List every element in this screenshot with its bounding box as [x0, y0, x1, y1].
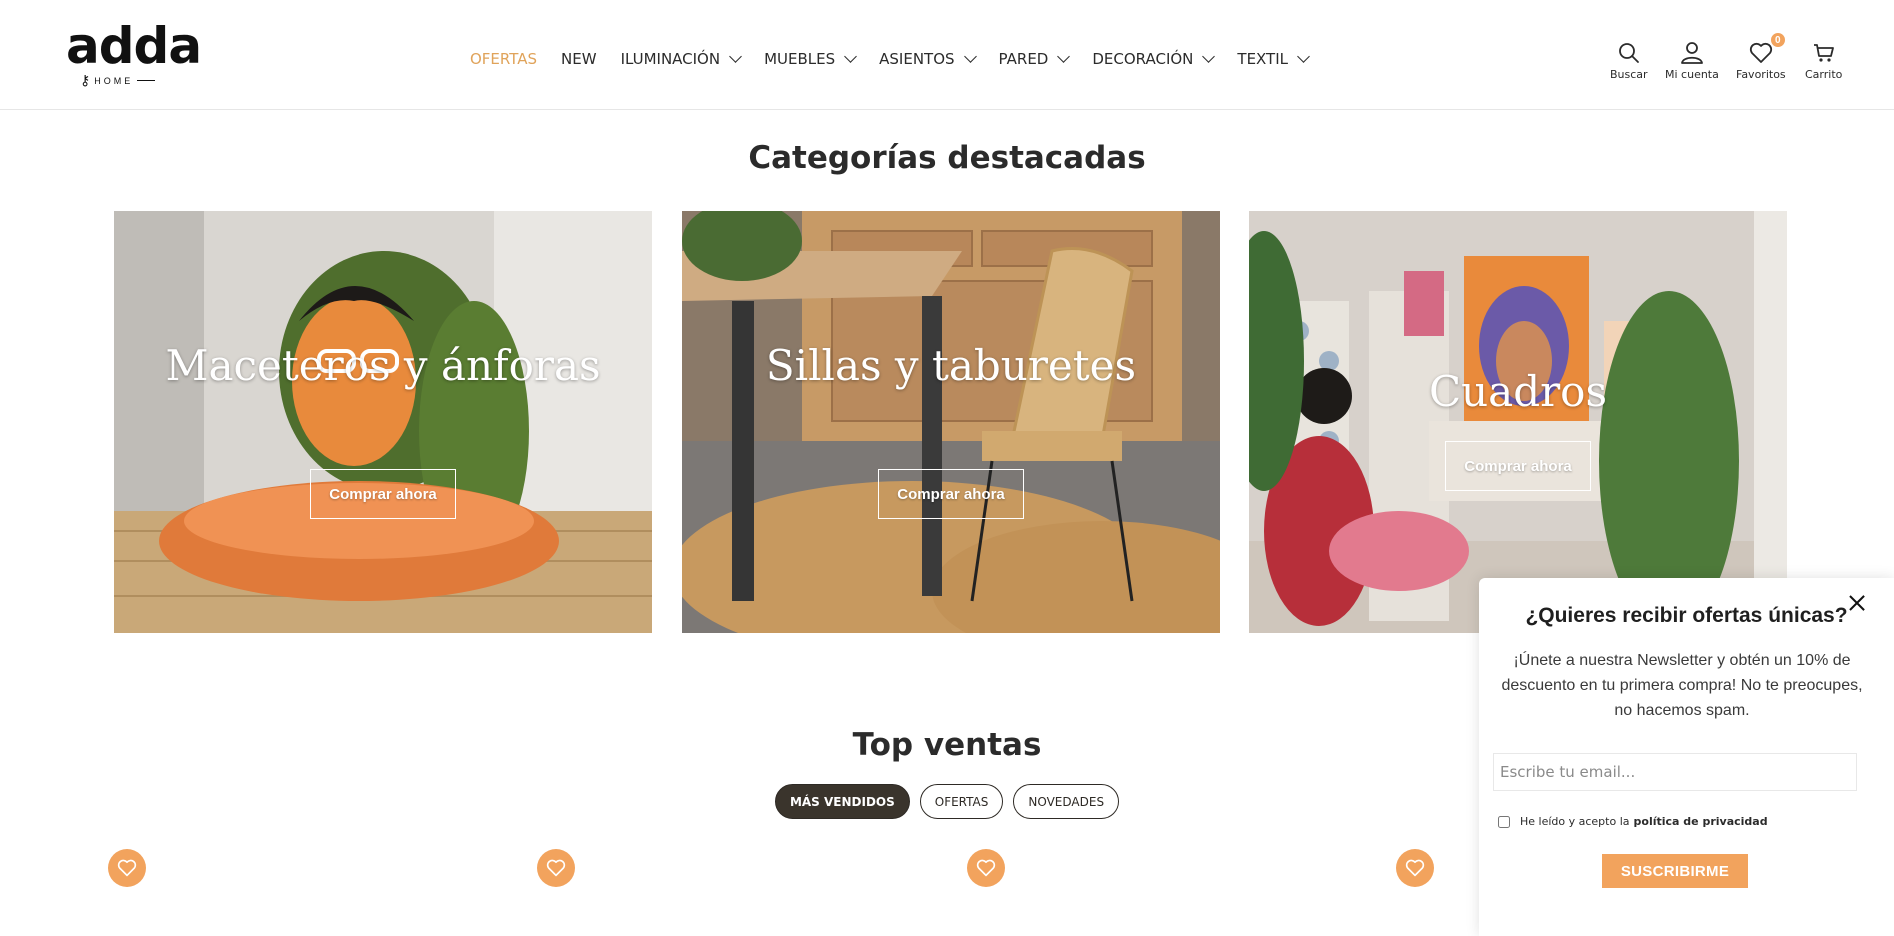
nav-item-muebles[interactable]: MUEBLES [764, 49, 858, 68]
search-button[interactable]: Buscar [1610, 40, 1648, 81]
nav-item-label: PARED [998, 50, 1049, 68]
nav-item-asientos[interactable]: ASIENTOS [879, 49, 977, 68]
nav-item-textil[interactable]: TEXTIL [1237, 49, 1310, 68]
search-label: Buscar [1610, 68, 1648, 81]
chevron-down-icon [844, 49, 858, 63]
subscribe-button[interactable]: SUSCRIBIRME [1602, 854, 1748, 888]
key-icon: ⚷ [80, 72, 91, 88]
category-image-planters [114, 211, 652, 633]
brand-sub: HOME [94, 75, 134, 86]
favorites-button[interactable]: 0 Favoritos [1736, 31, 1787, 81]
nav-item-label: NEW [561, 50, 597, 68]
nav-item-label: TEXTIL [1237, 50, 1289, 68]
user-icon [1680, 40, 1704, 66]
nav-item-ofertas[interactable]: OFERTAS [470, 50, 537, 68]
search-icon [1618, 40, 1640, 66]
logo-line [137, 80, 156, 81]
chevron-down-icon [729, 49, 742, 63]
cart-icon [1813, 40, 1835, 66]
category-image-chairs [682, 211, 1220, 633]
nav-item-label: ILUMINACIÓN [620, 50, 721, 68]
nav-item-label: DECORACIÓN [1092, 50, 1194, 68]
nav-item-new[interactable]: NEW [561, 50, 597, 68]
favorites-badge: 0 [1768, 31, 1787, 49]
heart-icon [117, 859, 137, 877]
heart-icon [546, 859, 566, 877]
heart-icon: 0 [1749, 31, 1787, 66]
nav-item-label: MUEBLES [764, 50, 836, 68]
tab-mas-vendidos[interactable]: MÁS VENDIDOS [774, 784, 910, 819]
main-nav: OFERTAS NEW ILUMINACIÓN MUEBLES ASIENTOS… [470, 49, 1332, 68]
account-button[interactable]: Mi cuenta [1665, 40, 1719, 81]
category-title: Cuadros [1428, 367, 1608, 416]
tab-ofertas[interactable]: OFERTAS [919, 784, 1004, 819]
email-field[interactable] [1493, 753, 1857, 791]
privacy-consent: He leído y acepto la política de privaci… [1498, 815, 1768, 828]
chevron-down-icon [1297, 49, 1310, 63]
cart-button[interactable]: Carrito [1805, 40, 1842, 81]
add-favorite-button[interactable] [108, 849, 146, 887]
cart-label: Carrito [1805, 68, 1843, 81]
newsletter-text: ¡Únete a nuestra Newsletter y obtén un 1… [1501, 652, 1863, 719]
consent-text: He leído y acepto la [1520, 815, 1630, 828]
category-image-wall-art [1249, 211, 1787, 633]
brand-tagline: ⚷ HOME [80, 72, 156, 89]
shop-now-button[interactable]: Comprar ahora [310, 469, 456, 519]
nav-item-decoracion[interactable]: DECORACIÓN [1092, 49, 1216, 68]
featured-title: Categorías destacadas [748, 140, 1146, 176]
category-title: Maceteros y ánforas [165, 341, 601, 390]
nav-item-pared[interactable]: PARED [998, 49, 1071, 68]
tab-novedades[interactable]: NOVEDADES [1013, 784, 1120, 819]
newsletter-title: ¿Quieres recibir ofertas únicas? [1525, 604, 1848, 627]
chevron-down-icon [963, 49, 977, 63]
category-card-sillas[interactable]: Sillas y taburetes Comprar ahora [682, 211, 1220, 633]
chevron-down-icon [1202, 49, 1216, 63]
category-card-cuadros[interactable]: Cuadros Comprar ahora [1249, 211, 1787, 633]
category-title: Sillas y taburetes [765, 341, 1137, 390]
category-card-maceteros[interactable]: Maceteros y ánforas Comprar ahora [114, 211, 652, 633]
privacy-policy-link[interactable]: política de privacidad [1634, 815, 1768, 828]
privacy-checkbox[interactable] [1498, 815, 1510, 828]
brand-name: adda [66, 17, 202, 75]
newsletter-popup: ¿Quieres recibir ofertas únicas? ¡Únete … [1479, 578, 1894, 936]
favorites-label: Favoritos [1736, 68, 1786, 81]
site-header: adda ⚷ HOME OFERTAS NEW ILUMINACIÓN MUEB… [0, 0, 1894, 110]
shop-now-button[interactable]: Comprar ahora [1445, 441, 1591, 491]
nav-item-label: ASIENTOS [879, 50, 955, 68]
account-label: Mi cuenta [1665, 68, 1719, 81]
nav-item-label: OFERTAS [470, 50, 538, 68]
brand-logo[interactable]: adda ⚷ HOME [66, 17, 202, 89]
heart-icon [1405, 859, 1425, 877]
nav-item-iluminacion[interactable]: ILUMINACIÓN [620, 49, 742, 68]
add-favorite-button[interactable] [967, 849, 1005, 887]
chevron-down-icon [1057, 49, 1071, 63]
add-favorite-button[interactable] [537, 849, 575, 887]
heart-icon [976, 859, 996, 877]
shop-now-button[interactable]: Comprar ahora [878, 469, 1024, 519]
add-favorite-button[interactable] [1396, 849, 1434, 887]
